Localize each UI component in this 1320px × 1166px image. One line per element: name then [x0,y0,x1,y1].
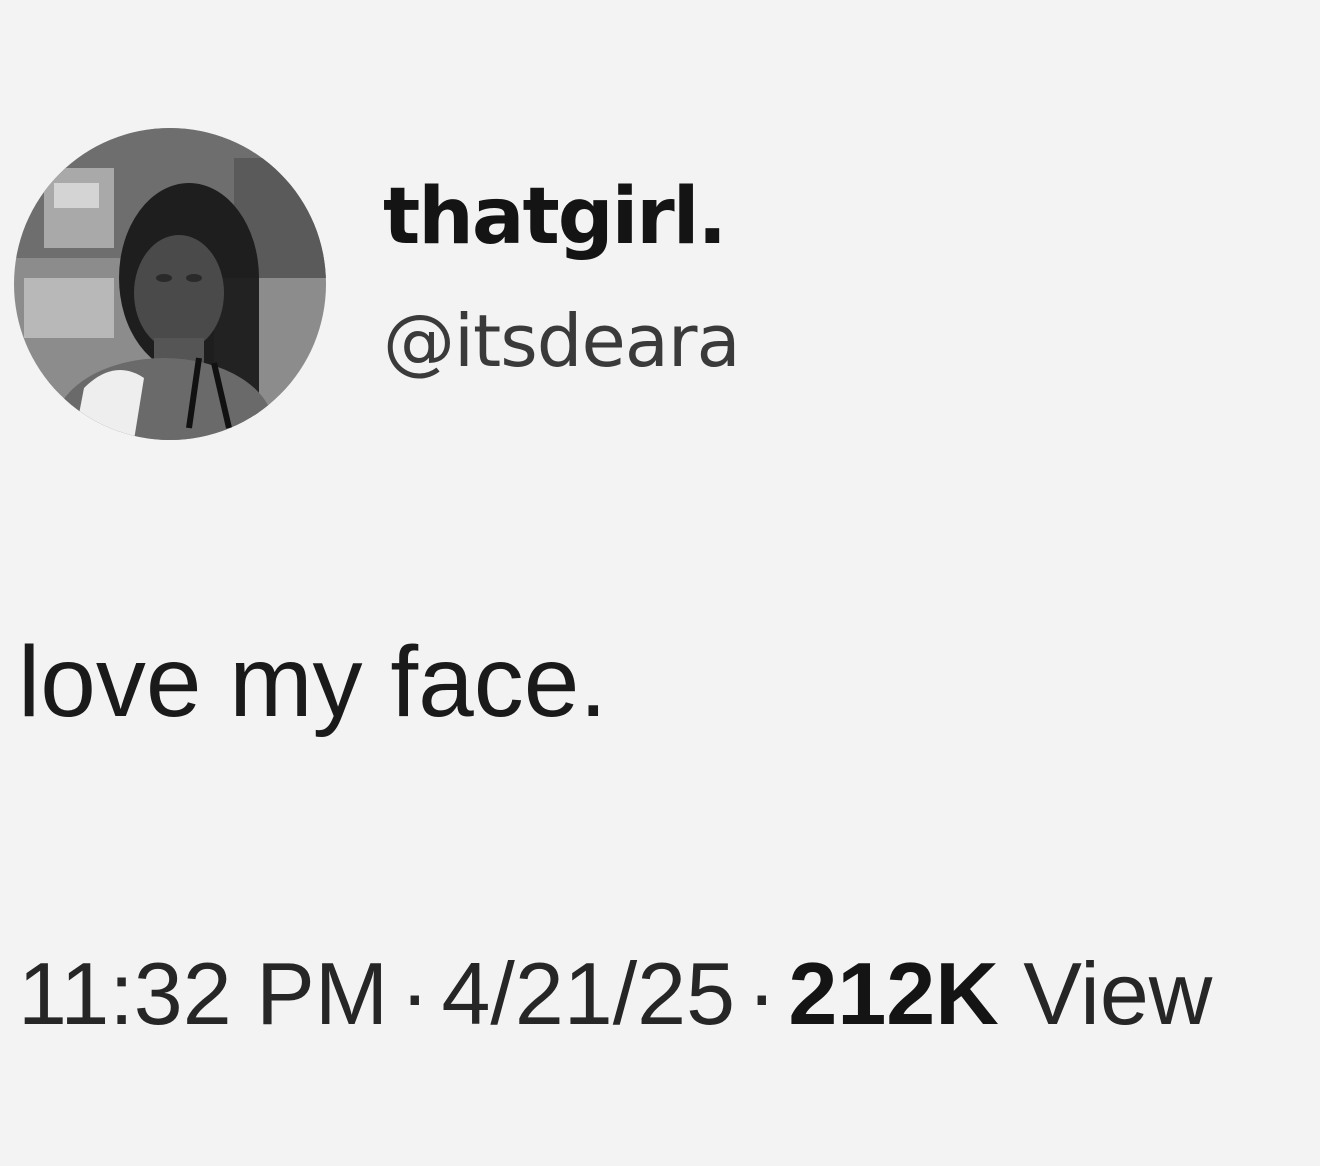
views-count: 212K [788,950,999,1038]
tweet-time[interactable]: 11:32 PM [18,950,388,1038]
tweet-text: love my face. [18,626,608,738]
tweet-meta: 11:32 PM · 4/21/25 · 212K View [18,950,1320,1038]
meta-separator: · [747,950,777,1038]
avatar[interactable] [14,128,326,440]
user-handle[interactable]: @itsdeara [383,305,741,377]
meta-separator: · [400,950,430,1038]
display-name[interactable]: thatgirl. [383,178,727,256]
tweet-card: thatgirl. @itsdeara love my face. 11:32 … [0,0,1320,1166]
tweet-date[interactable]: 4/21/25 [441,950,735,1038]
views-label: View [1023,950,1213,1038]
profile-photo-icon [14,128,326,440]
